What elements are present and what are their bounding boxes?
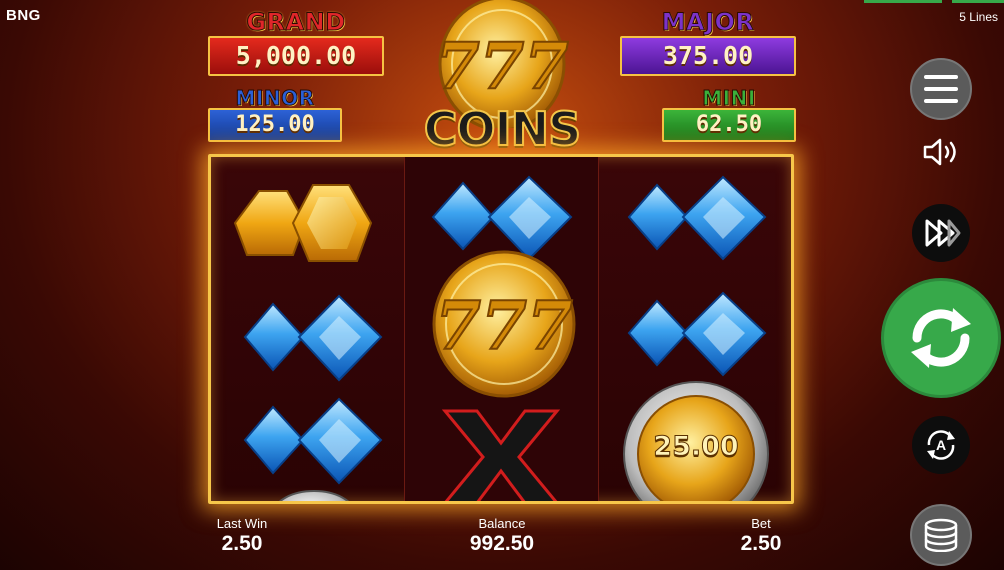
- 777-coin-icon: 777: [432, 250, 576, 398]
- speaker-icon: [923, 138, 956, 166]
- coin-stack-icon: [924, 518, 958, 552]
- lines-indicator: 5 Lines: [959, 10, 998, 24]
- jackpot-minor-value: 125.00: [208, 108, 342, 142]
- reels-frame: 777 25.00: [208, 154, 794, 504]
- jackpot-mini: MINI 62.50: [662, 88, 796, 142]
- blue-diamond-icon: [627, 175, 767, 261]
- x-symbol-icon: [441, 409, 561, 501]
- turbo-button[interactable]: [912, 204, 970, 262]
- top-accent-bar-right: [952, 0, 1004, 3]
- fast-forward-icon: [925, 219, 961, 247]
- balance: Balance 992.50: [452, 516, 552, 556]
- spin-button[interactable]: [881, 278, 1001, 398]
- balance-value: 992.50: [469, 532, 535, 555]
- hamburger-menu-icon: [924, 75, 958, 103]
- jackpot-major-title: MAJOR: [661, 8, 755, 36]
- svg-text:777: 777: [435, 287, 573, 365]
- sound-button[interactable]: [916, 132, 966, 172]
- partial-silver-coin-icon: [278, 490, 350, 501]
- jackpot-major: MAJOR 375.00: [620, 10, 796, 76]
- blue-diamond-icon: [243, 397, 383, 485]
- autoplay-button[interactable]: A: [912, 416, 970, 474]
- refresh-spin-icon: [911, 308, 971, 368]
- bet-label: Bet: [751, 516, 771, 531]
- top-accent-bar: [864, 0, 942, 3]
- last-win: Last Win 2.50: [214, 516, 270, 556]
- silver-coin: 25.00: [621, 379, 771, 501]
- svg-text:A: A: [936, 437, 946, 453]
- jackpot-mini-title: MINI: [702, 86, 756, 110]
- autoplay-a-icon: A: [927, 430, 955, 460]
- reel-2: 777: [405, 157, 598, 501]
- last-win-value: 2.50: [221, 532, 263, 555]
- jackpot-grand-title: GRAND: [246, 8, 346, 36]
- jackpot-minor: MINOR 125.00: [208, 88, 342, 142]
- gold-gem-icon: [233, 184, 373, 262]
- jackpot-minor-title: MINOR: [235, 86, 315, 110]
- coin-value-label: 25.00: [653, 431, 739, 463]
- bet-value: 2.50: [740, 532, 782, 555]
- logo-title: COINS: [423, 101, 583, 157]
- jackpot-grand: GRAND 5,000.00: [208, 10, 384, 76]
- last-win-label: Last Win: [216, 516, 268, 531]
- blue-diamond-icon: [243, 294, 383, 382]
- stake-button[interactable]: [910, 504, 972, 566]
- balance-label: Balance: [478, 516, 526, 531]
- brand-logo: BNG: [6, 7, 41, 24]
- menu-button[interactable]: [910, 58, 972, 120]
- reel-3: 25.00: [599, 157, 791, 501]
- svg-text:777: 777: [435, 29, 569, 104]
- jackpot-major-value: 375.00: [620, 36, 796, 76]
- jackpot-grand-value: 5,000.00: [208, 36, 384, 76]
- reel-1: [211, 157, 404, 501]
- jackpot-mini-value: 62.50: [662, 108, 796, 142]
- bet: Bet 2.50: [732, 516, 790, 556]
